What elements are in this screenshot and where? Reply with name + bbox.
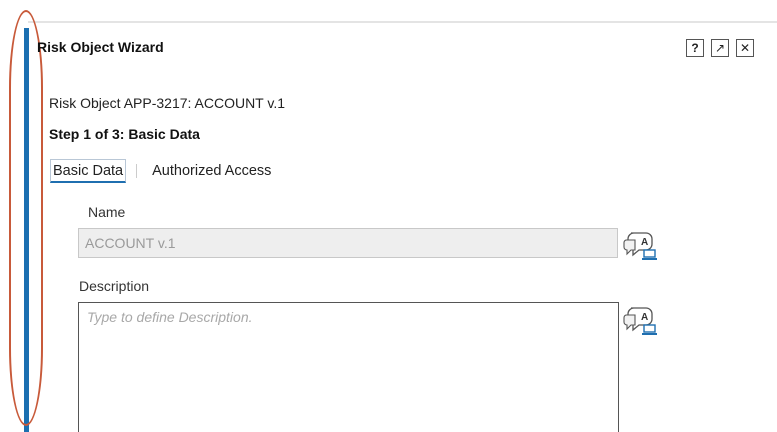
dialog-title: Risk Object Wizard — [37, 39, 164, 55]
help-button[interactable]: ? — [686, 39, 704, 57]
wizard-tabs: Basic Data Authorized Access — [50, 158, 273, 184]
name-field[interactable] — [78, 228, 618, 258]
description-label: Description — [79, 278, 150, 294]
wizard-step-indicator: Step 1 of 3: Basic Data — [49, 126, 200, 142]
translation-icon[interactable]: A — [622, 303, 660, 339]
svg-text:A: A — [641, 312, 648, 323]
risk-object-identifier: Risk Object APP-3217: ACCOUNT v.1 — [49, 95, 286, 111]
tab-authorized-access[interactable]: Authorized Access — [150, 159, 273, 183]
dialog-top-edge — [28, 21, 777, 23]
tab-separator — [136, 164, 138, 178]
help-icon: ? — [691, 41, 699, 55]
close-icon: ✕ — [739, 41, 751, 55]
close-button[interactable]: ✕ — [736, 39, 754, 57]
expand-button[interactable]: ↗ — [711, 39, 729, 57]
description-field[interactable] — [78, 302, 619, 432]
name-label: Name — [88, 204, 126, 220]
annotation-oval — [9, 10, 43, 426]
translation-icon[interactable]: A — [622, 228, 660, 264]
expand-icon: ↗ — [714, 41, 726, 55]
tab-basic-data[interactable]: Basic Data — [50, 159, 127, 183]
svg-text:A: A — [641, 237, 648, 248]
